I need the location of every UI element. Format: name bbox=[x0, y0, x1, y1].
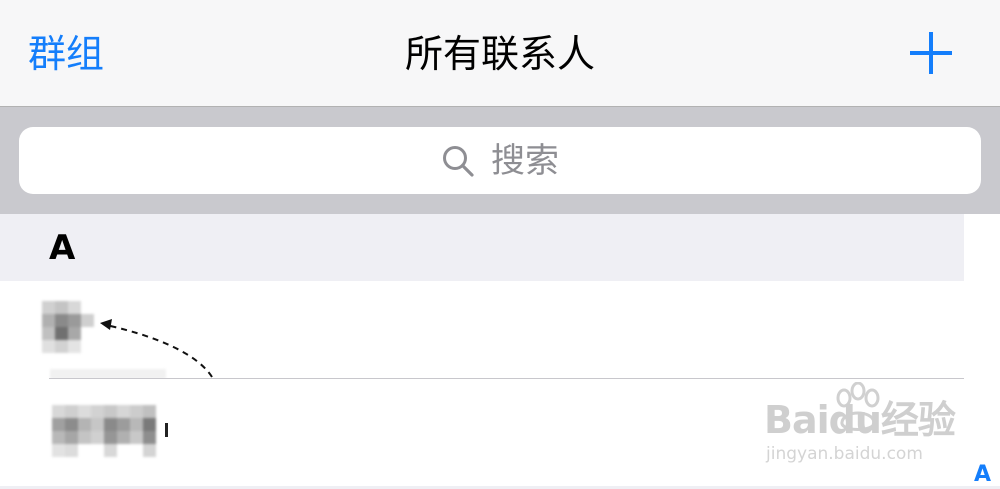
add-contact-button[interactable] bbox=[908, 30, 954, 76]
section-header-a: A bbox=[0, 214, 964, 281]
search-input[interactable]: 搜索 bbox=[19, 127, 981, 194]
navigation-bar: 群组 所有联系人 bbox=[0, 0, 1000, 107]
section-letter: A bbox=[49, 228, 76, 268]
plus-icon bbox=[910, 32, 952, 74]
text-cursor-mark bbox=[165, 423, 168, 437]
obscured-contact-name bbox=[42, 301, 94, 357]
annotation-arrow bbox=[100, 319, 213, 378]
contacts-screen: 群组 所有联系人 搜索 A A Baidu经验 jingyan.baidu.co… bbox=[0, 0, 1000, 489]
search-area: 搜索 bbox=[0, 107, 1000, 214]
search-icon bbox=[443, 145, 474, 177]
section-index-bar[interactable] bbox=[964, 214, 1000, 489]
page-title: 所有联系人 bbox=[404, 32, 595, 76]
index-letter-a[interactable]: A bbox=[974, 462, 991, 488]
search-placeholder: 搜索 bbox=[491, 140, 559, 181]
obscured-contact-name bbox=[52, 405, 168, 459]
contact-row[interactable] bbox=[0, 379, 964, 487]
